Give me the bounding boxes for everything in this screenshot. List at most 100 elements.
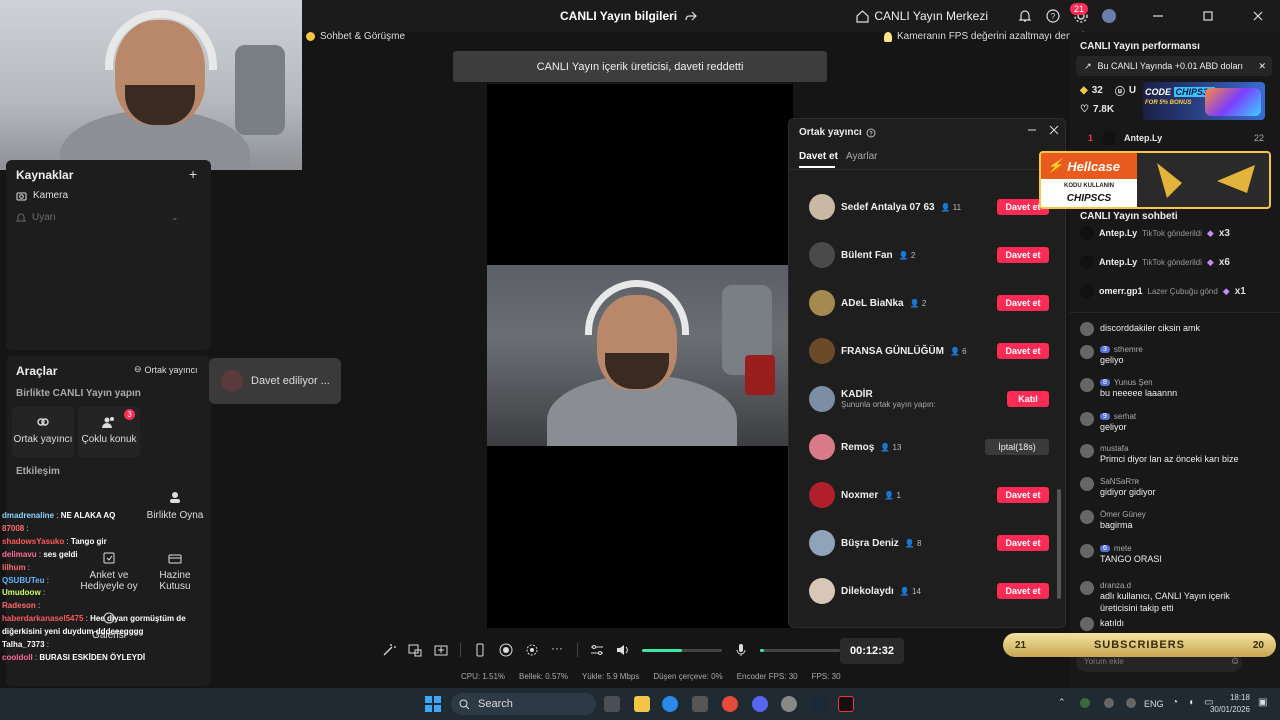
file-explorer-icon[interactable] [634,696,650,712]
mic-icon[interactable] [734,643,748,657]
avatar[interactable] [809,242,835,268]
avatar[interactable] [809,338,835,364]
sliders-icon[interactable] [590,643,604,657]
tool-cohost[interactable]: Ortak yayıncı [12,406,74,458]
gift-user[interactable]: Antep.Ly [1099,228,1137,238]
help-icon[interactable]: ? [1046,9,1060,23]
avatar[interactable] [809,530,835,556]
add-source-icon[interactable]: + [189,166,197,182]
avatar[interactable] [1080,617,1094,631]
chat-call-chip[interactable]: Sohbet & Görüşme [306,31,405,42]
minimize-icon[interactable] [1027,125,1037,135]
tab-invite[interactable]: Davet et [799,151,838,162]
volume-slider[interactable] [642,648,722,652]
join-button[interactable]: Katıl [1007,391,1049,407]
avatar[interactable] [1080,581,1094,595]
info-icon[interactable]: ? [866,128,876,138]
avatar[interactable] [809,386,835,412]
mic-slider[interactable] [760,648,840,652]
volume-icon[interactable]: ◖ [1188,697,1194,708]
obs-icon[interactable] [781,696,797,712]
gift-user[interactable]: omerr.gp1 [1099,286,1143,296]
avatar[interactable] [1080,255,1094,269]
minimize-icon[interactable] [1152,10,1164,22]
source-item-camera[interactable]: Kamera [16,190,68,201]
steam-icon[interactable] [810,696,826,712]
maximize-icon[interactable] [1202,10,1214,22]
tray-chevron-icon[interactable]: ⌃ [1058,697,1066,708]
chat-username[interactable]: mete [1114,544,1132,553]
chat-username[interactable]: sthemre [1114,345,1143,354]
chat-username[interactable]: serhat [1114,412,1136,421]
close-icon[interactable] [1252,10,1264,22]
bell-icon[interactable] [1018,9,1032,23]
avatar[interactable] [1080,544,1094,558]
record-icon[interactable] [499,643,513,657]
more-icon[interactable]: ··· [551,642,565,657]
speaker-icon[interactable] [616,643,630,657]
close-icon[interactable] [1049,125,1059,135]
tray-app-icon[interactable] [1126,698,1136,708]
live-center-button[interactable]: CANLI Yayın Merkezi [856,9,988,23]
edge-icon[interactable] [662,696,678,712]
source-item-alert[interactable]: Uyarı [16,212,56,223]
scrollbar[interactable] [1057,489,1061,599]
invite-button[interactable]: Davet et [997,247,1049,263]
chrome-icon[interactable] [722,696,738,712]
avatar[interactable] [1080,444,1094,458]
gift-user[interactable]: Antep.Ly [1099,257,1137,267]
avatar[interactable] [1080,378,1094,392]
cohost-count-value: 6 [962,346,967,356]
avatar[interactable] [809,578,835,604]
windows-start-icon[interactable] [425,696,441,712]
tiktok-live-icon[interactable] [838,696,854,712]
cohost-link[interactable]: ⊖ Ortak yayıncı [134,364,198,375]
chat-username[interactable]: SaNSaRᴛʀ [1100,477,1139,486]
invite-button[interactable]: Davet et [997,295,1049,311]
avatar[interactable] [1080,226,1094,240]
avatar[interactable] [809,290,835,316]
wifi-icon[interactable]: ◔ [1172,697,1178,708]
focus-icon[interactable] [525,643,539,657]
tab-settings[interactable]: Ayarlar [846,151,878,162]
clock-date[interactable]: 30/01/2026 [1200,705,1250,714]
cohost-name: FRANSA GÜNLÜĞÜM [841,345,944,357]
avatar[interactable] [1080,510,1094,524]
invite-button[interactable]: Davet et [997,343,1049,359]
chevron-down-icon[interactable]: ⌄ [171,212,179,223]
store-icon[interactable] [692,696,708,712]
avatar[interactable] [1080,345,1094,359]
chat-username[interactable]: mustafa [1100,444,1128,453]
chat-username[interactable]: dranza.d [1100,581,1131,590]
invite-button[interactable]: Davet et [997,583,1049,599]
tray-app-icon[interactable] [1104,698,1114,708]
magic-wand-icon[interactable] [382,643,396,657]
chat-username[interactable]: Yunus Şen [1114,378,1153,387]
live-info-title[interactable]: CANLI Yayın bilgileri [560,9,697,23]
share-icon[interactable] [685,10,697,22]
invite-button[interactable]: Davet et [997,535,1049,551]
layout-icon[interactable] [408,643,422,657]
clock-time[interactable]: 18:18 [1210,693,1250,702]
scene-icon[interactable] [434,643,448,657]
profile-avatar[interactable] [1102,9,1116,23]
taskbar-search[interactable]: Search [451,693,596,715]
avatar[interactable] [1080,477,1094,491]
chat-username[interactable]: Ömer Güney [1100,510,1146,519]
avatar[interactable] [809,194,835,220]
avatar[interactable] [1080,322,1094,336]
phone-icon[interactable] [473,643,487,657]
avatar[interactable] [809,434,835,460]
close-icon[interactable]: ✕ [1258,61,1266,72]
emoji-icon[interactable]: ☺ [1230,656,1240,667]
discord-icon[interactable] [752,696,768,712]
avatar[interactable] [1080,284,1094,298]
tray-app-icon[interactable] [1080,698,1090,708]
avatar[interactable] [809,482,835,508]
language-indicator[interactable]: ENG [1144,699,1164,709]
cancel-invite-button[interactable]: İptal(18s) [985,439,1049,455]
task-view-icon[interactable] [604,696,620,712]
invite-button[interactable]: Davet et [997,487,1049,503]
notification-center-icon[interactable]: ▣ [1258,697,1267,708]
avatar[interactable] [1080,412,1094,426]
